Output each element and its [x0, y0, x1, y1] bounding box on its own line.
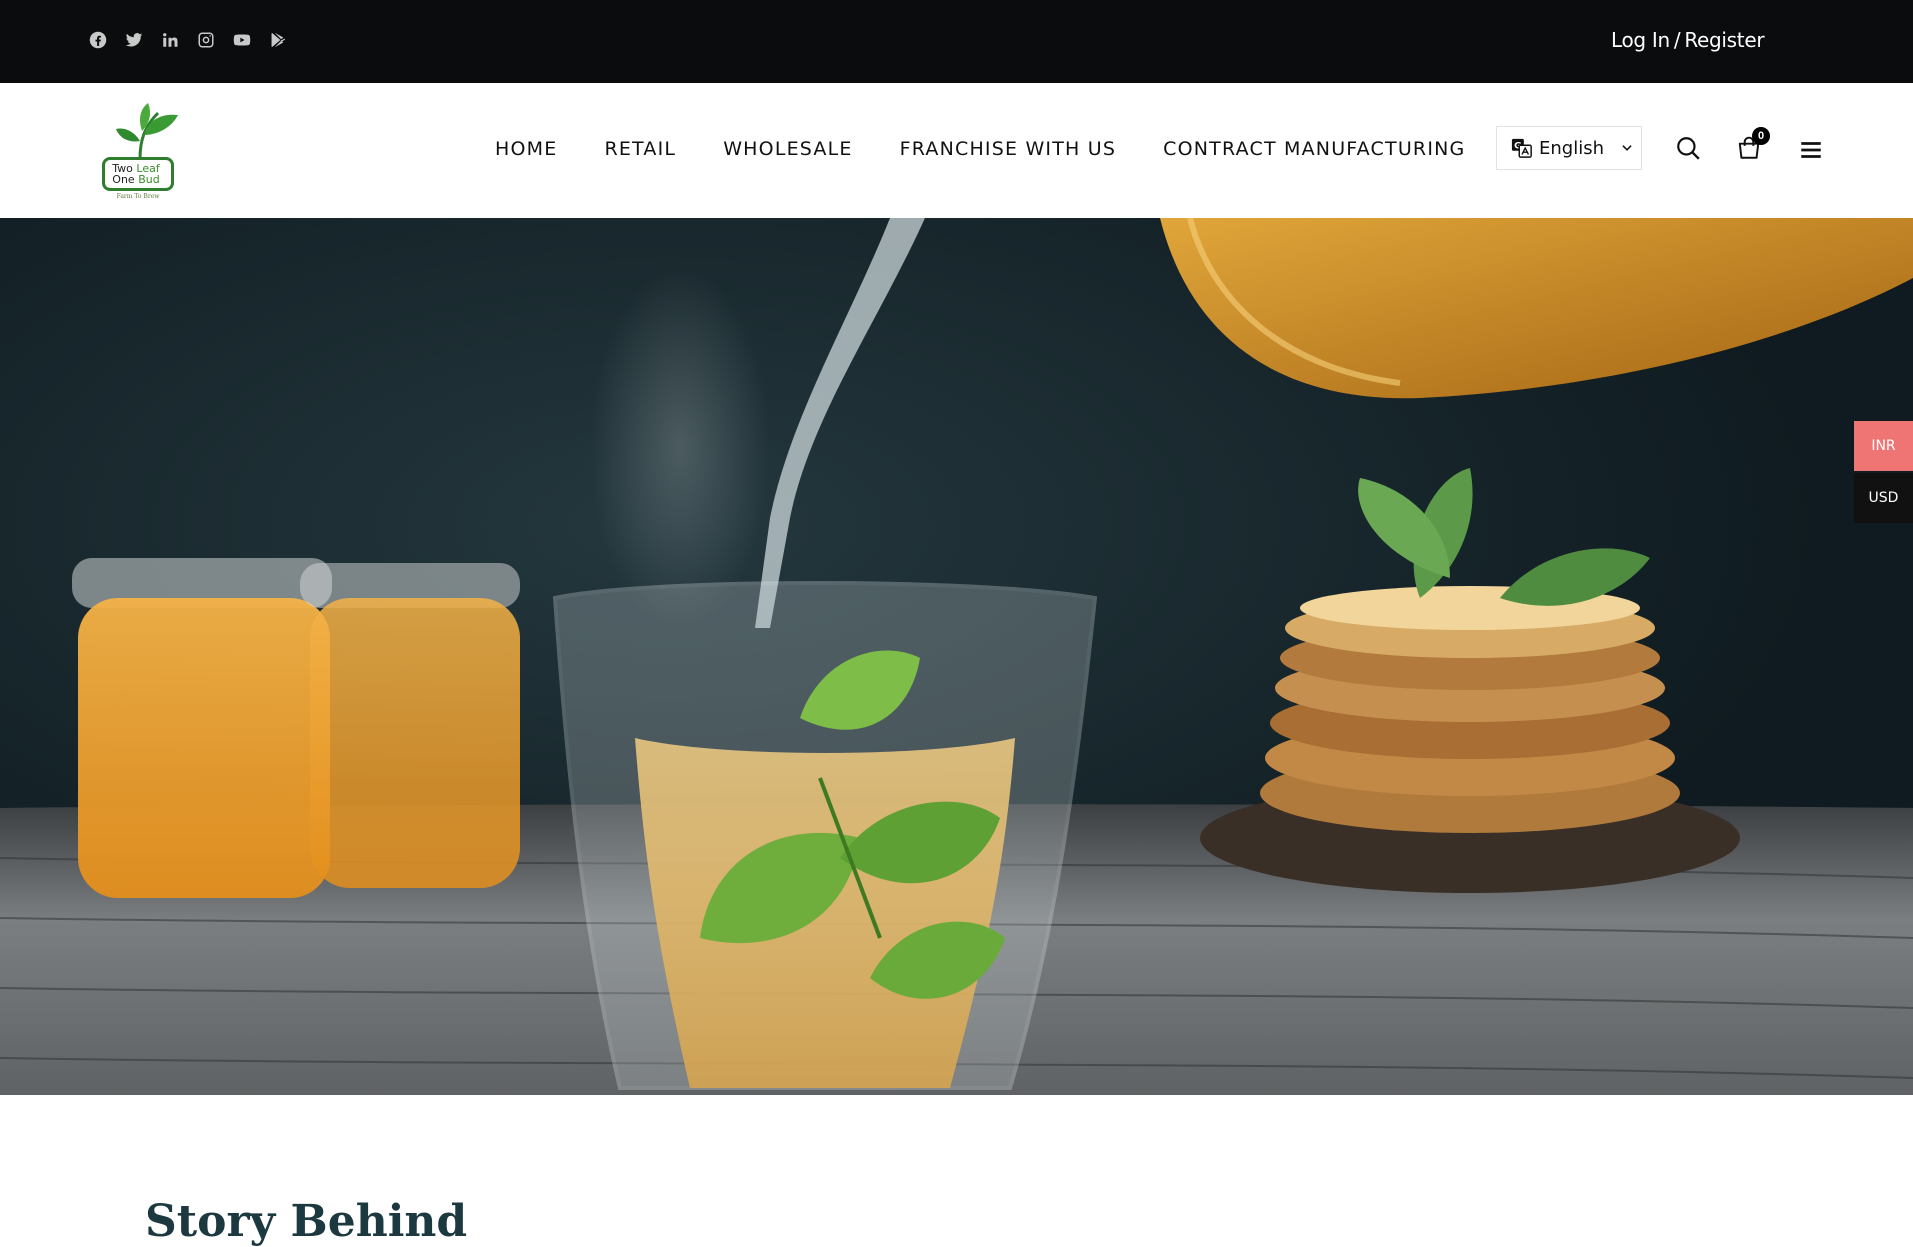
- cart-button[interactable]: 0: [1734, 127, 1770, 163]
- language-selected: English: [1539, 137, 1604, 159]
- tea-leaf-icon: [116, 103, 178, 160]
- logo-wordmark-line2: One Bud: [112, 173, 160, 186]
- main-header: Two Leaf One Bud Farm To Brew HOME RETAI…: [0, 83, 1913, 219]
- instagram-icon[interactable]: [196, 30, 216, 50]
- search-button[interactable]: [1673, 133, 1703, 163]
- nav-item-wholesale[interactable]: WHOLESALE: [723, 138, 852, 160]
- menu-toggle-button[interactable]: [1796, 135, 1826, 165]
- nav-item-contract-manufacturing[interactable]: CONTRACT MANUFACTURING: [1163, 138, 1465, 160]
- currency-option-inr[interactable]: INR: [1854, 421, 1913, 471]
- logo-tagline: Farm To Brew: [116, 193, 160, 200]
- hero-tea-image: [0, 218, 1913, 1095]
- chevron-down-icon: [1622, 145, 1632, 151]
- login-link[interactable]: Log In: [1611, 28, 1670, 52]
- social-links: [88, 30, 288, 50]
- google-play-icon[interactable]: [268, 30, 288, 50]
- cart-count-badge: 0: [1752, 127, 1770, 145]
- youtube-icon[interactable]: [232, 30, 252, 50]
- translate-icon: G: [1511, 138, 1532, 158]
- nav-item-franchise[interactable]: FRANCHISE WITH US: [900, 138, 1117, 160]
- brand-logo[interactable]: Two Leaf One Bud Farm To Brew: [100, 101, 180, 201]
- login-separator: /: [1673, 28, 1681, 52]
- facebook-icon[interactable]: [88, 30, 108, 50]
- linkedin-icon[interactable]: [160, 30, 180, 50]
- nav-item-home[interactable]: HOME: [495, 138, 557, 160]
- currency-option-usd[interactable]: USD: [1854, 473, 1913, 523]
- hero-banner: [0, 218, 1913, 1095]
- login-register-link[interactable]: Log In / Register: [1611, 28, 1765, 52]
- search-icon: [1677, 137, 1700, 160]
- twitter-icon[interactable]: [124, 30, 144, 50]
- top-bar: Log In / Register: [0, 0, 1913, 83]
- nav-item-retail[interactable]: RETAIL: [604, 138, 676, 160]
- language-selector[interactable]: G English: [1496, 126, 1642, 170]
- hamburger-menu-icon: [1801, 142, 1821, 158]
- primary-nav: HOME RETAIL WHOLESALE FRANCHISE WITH US …: [495, 138, 1465, 160]
- register-link[interactable]: Register: [1684, 28, 1764, 52]
- section-heading: Story Behind: [145, 1196, 468, 1247]
